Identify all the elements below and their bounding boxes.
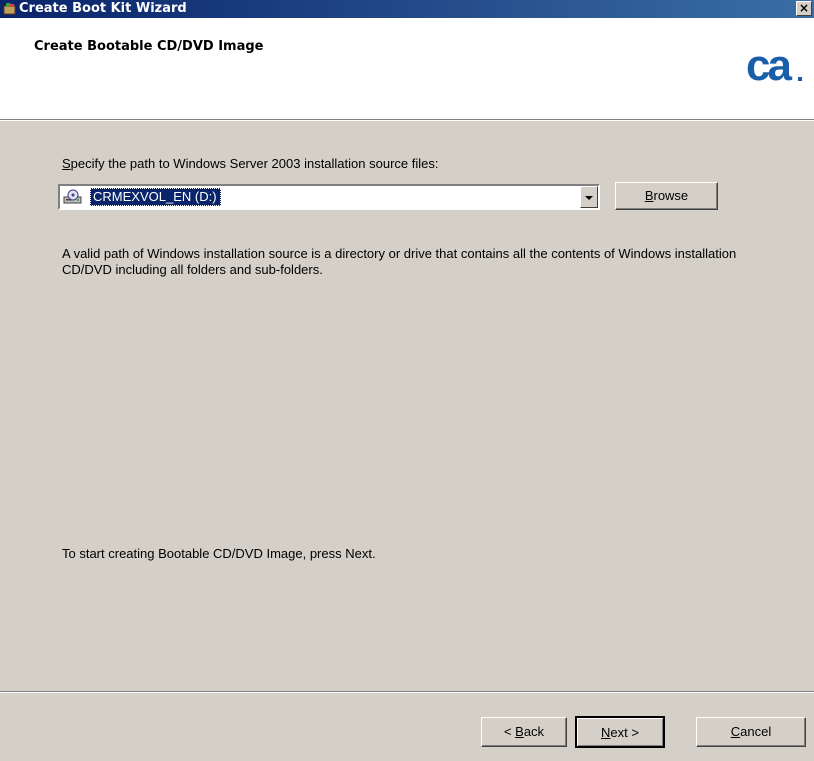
title-bar[interactable]: Create Boot Kit Wizard × (0, 0, 814, 18)
source-path-combobox[interactable]: CRMEXVOL_EN (D:) (58, 184, 600, 210)
source-path-value: CRMEXVOL_EN (D:) (90, 188, 221, 206)
close-icon[interactable]: × (796, 1, 812, 16)
wizard-header: Create Bootable CD/DVD Image ca (0, 18, 814, 120)
window-title: Create Boot Kit Wizard (19, 1, 187, 16)
chevron-down-icon (585, 196, 593, 200)
ca-logo: ca (746, 46, 802, 86)
footer-divider-highlight (0, 692, 814, 693)
page-title: Create Bootable CD/DVD Image (34, 39, 264, 54)
wizard-window: Create Boot Kit Wizard × Create Bootable… (0, 0, 814, 761)
logo-text: ca (746, 46, 792, 86)
source-description: A valid path of Windows installation sou… (62, 246, 737, 277)
source-path-label: Specify the path to Windows Server 2003 … (62, 156, 439, 171)
back-button[interactable]: < Back (481, 717, 567, 747)
wizard-app-icon (3, 3, 16, 15)
header-divider (0, 120, 814, 121)
next-button[interactable]: Next > (575, 716, 665, 748)
dropdown-button[interactable] (580, 186, 598, 208)
cancel-button[interactable]: Cancel (696, 717, 806, 747)
browse-button[interactable]: Browse (615, 182, 718, 210)
next-hint: To start creating Bootable CD/DVD Image,… (62, 546, 376, 561)
cd-drive-icon (63, 189, 82, 204)
